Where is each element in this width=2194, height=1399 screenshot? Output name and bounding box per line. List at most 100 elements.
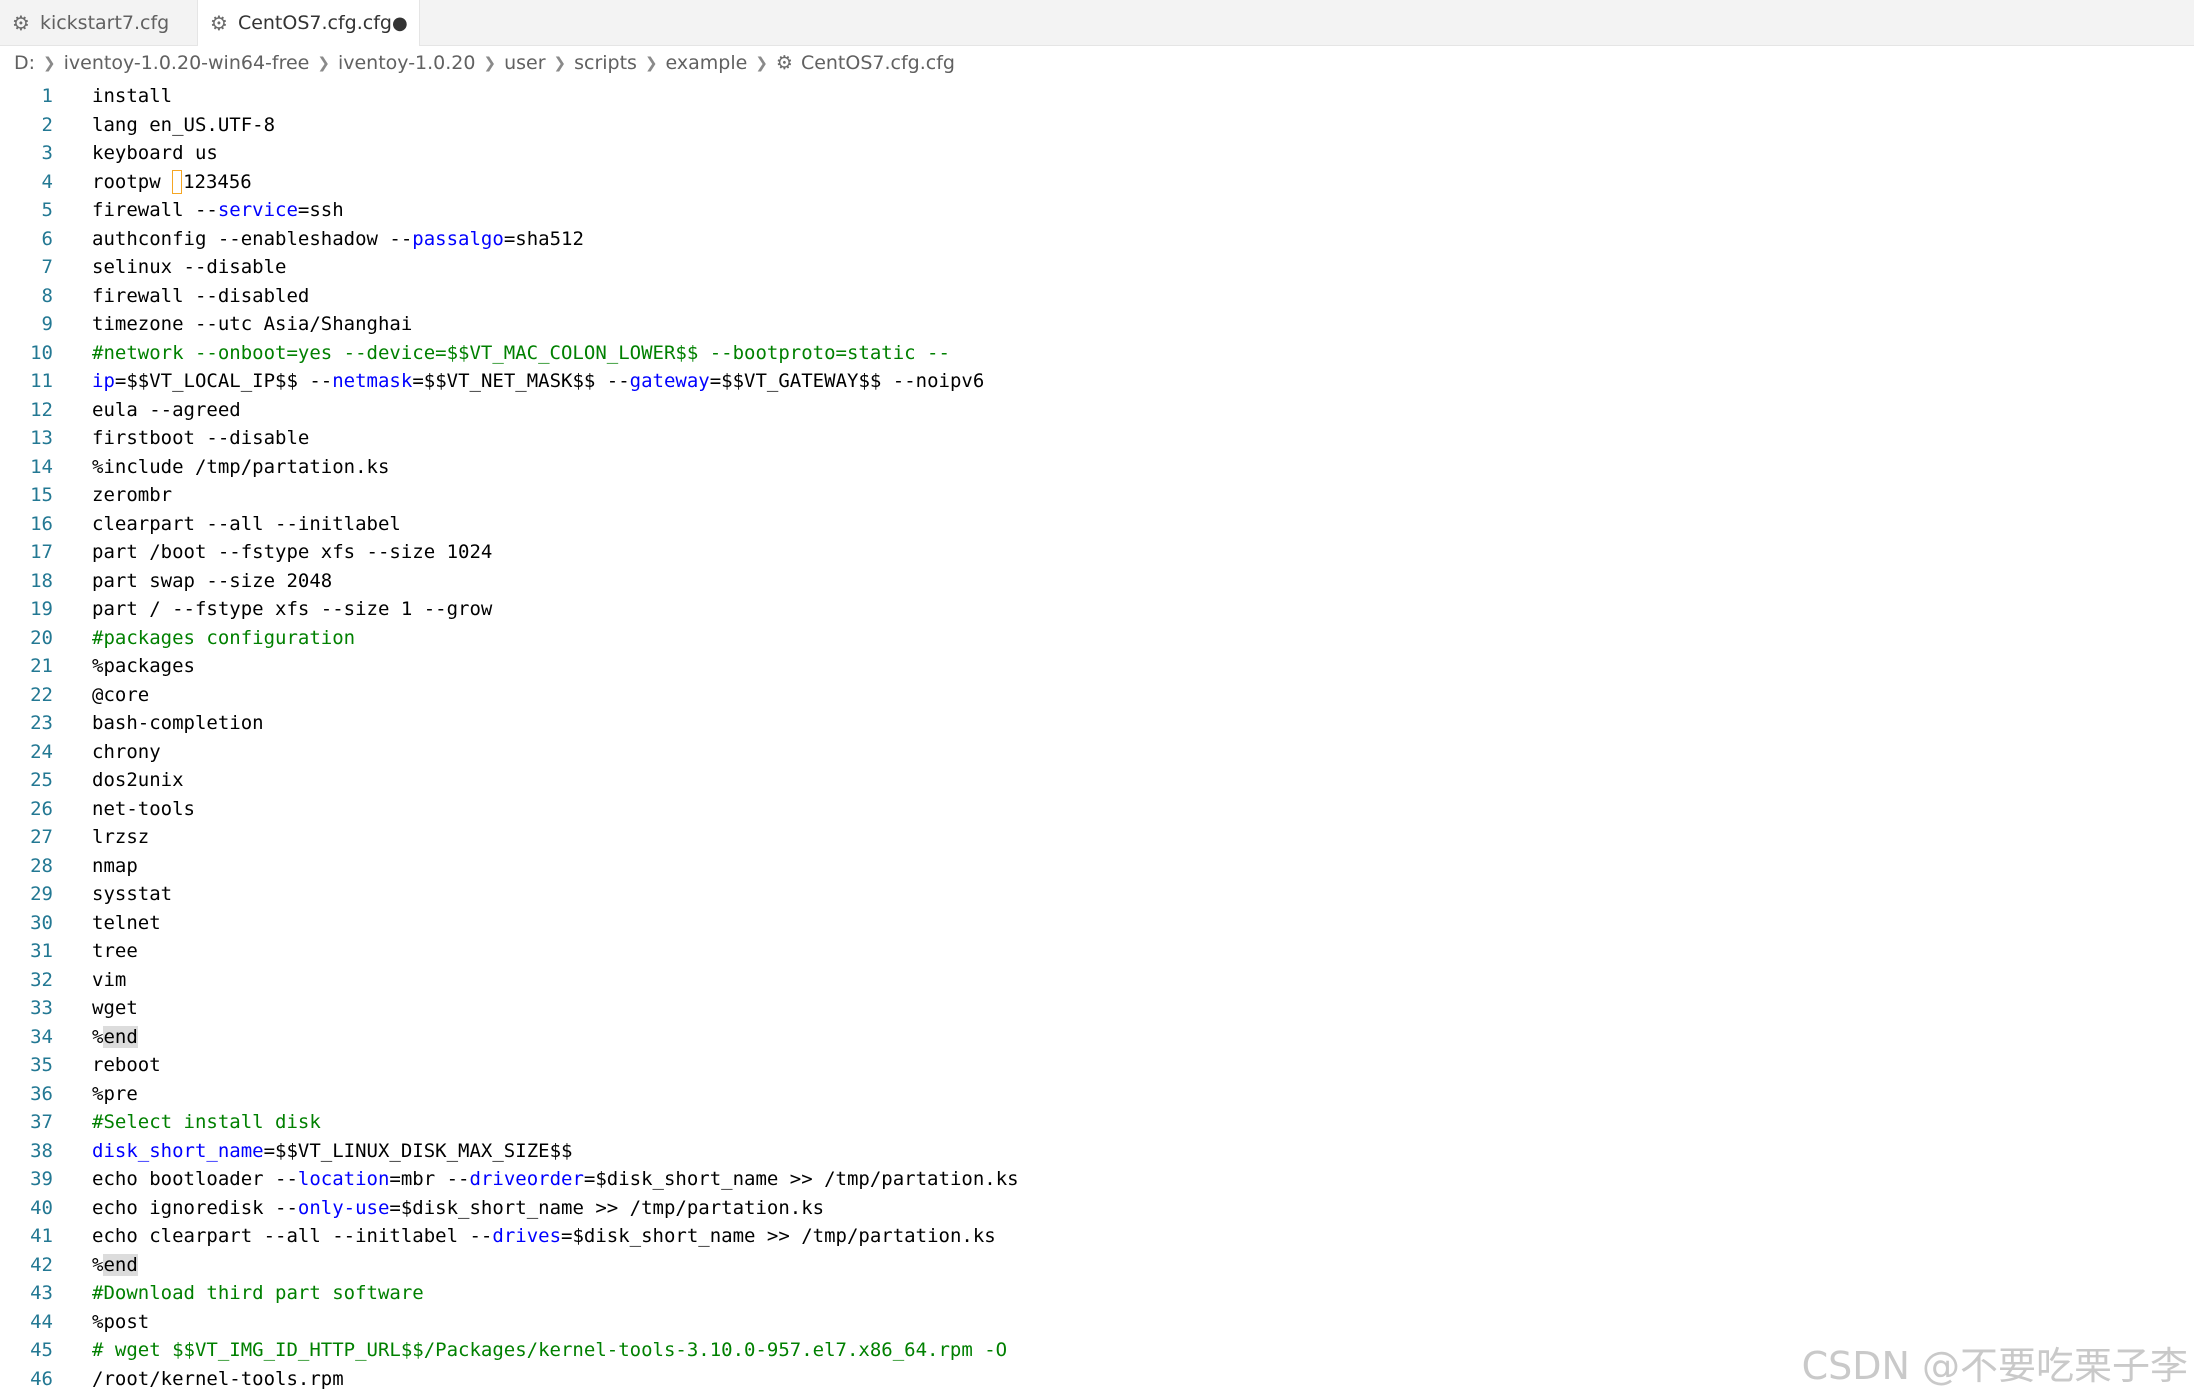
code-text: #network --onboot=yes --device=$$VT_MAC_… [92,339,950,368]
code-token: %post [92,1310,150,1333]
code-text: %packages [92,652,195,681]
code-token: lang en_US.UTF-8 [92,113,276,136]
line-number: 36 [30,1082,53,1105]
code-token: selinux --disable [92,256,287,278]
breadcrumb-folder[interactable]: user [504,52,545,74]
code-text: timezone --utc Asia/Shanghai [92,310,412,339]
code-token: part / --fstype xfs --size 1 --grow [92,598,493,620]
keyword-token: gateway [629,370,710,392]
line-number: 5 [41,199,53,221]
line-number: 25 [30,769,53,791]
chevron-right-icon: ❯ [483,54,497,72]
code-editor[interactable]: 1 install 2 lang en_US.UTF-8 3 keyboard us 4 ro… [0,82,2194,1399]
code-token: firstboot --disable [92,427,310,449]
code-text: firewall --disabled [92,282,309,311]
code-token: firewall --disabled [92,284,310,307]
code-token: 123456 [183,170,252,193]
code-token: =$$VT_NET_MASK$$ -- [412,370,630,392]
line-number: 3 [41,142,53,164]
code-token: =$$VT_LOCAL_IP$$ -- [114,370,333,392]
code-token: @core [92,683,150,706]
line-number: 35 [30,1054,53,1076]
line-number: 2 [41,113,53,136]
breadcrumb-folder[interactable]: iventoy-1.0.20-win64-free [64,52,310,74]
code-token: clearpart --all --initlabel [92,512,401,535]
code-token: echo clearpart --all --initlabel -- [92,1225,493,1247]
code-token: echo ignoredisk -- [92,1196,298,1219]
code-text: reboot [92,1051,161,1080]
line-number: 21 [30,655,53,677]
breadcrumb: D: ❯ iventoy-1.0.20-win64-free ❯ iventoy… [14,46,955,80]
code-token: vim [92,968,127,991]
comment-token: # wget $$VT_IMG_ID_HTTP_URL$$/Packages/k… [92,1339,1008,1361]
code-text: part /boot --fstype xfs --size 1024 [92,538,492,567]
keyword-token: location [297,1168,390,1190]
code-text: %include /tmp/partation.ks [92,453,389,482]
code-text: %end [92,1023,138,1052]
code-token: dos2unix [92,769,184,791]
text-cursor [172,170,183,194]
chevron-right-icon: ❯ [755,54,768,72]
tab-kickstart7[interactable]: ⚙ kickstart7.cfg [0,0,198,45]
code-token: keyboard us [92,142,218,164]
code-text: net-tools [92,795,195,824]
unsaved-dot-icon[interactable]: ● [392,13,408,34]
tab-centos7-cfg[interactable]: ⚙ CentOS7.cfg.cfg ● [198,0,420,46]
code-token: =$disk_short_name >> /tmp/partation.ks [561,1225,996,1247]
code-text: #packages configuration [92,624,355,653]
code-token: zerombr [92,484,173,506]
code-token: =$disk_short_name >> /tmp/partation.ks [389,1196,825,1219]
code-token: /root/kernel-tools.rpm [92,1367,344,1390]
line-number: 18 [30,569,53,592]
code-text: part / --fstype xfs --size 1 --grow [92,595,492,624]
chevron-right-icon: ❯ [43,54,56,72]
keyword-token: ip [92,370,115,392]
line-number: 41 [30,1225,53,1247]
code-token: part /boot --fstype xfs --size 1024 [92,541,493,563]
tab-label: kickstart7.cfg [39,11,170,34]
code-token: =$$VT_GATEWAY$$ --noipv6 [709,370,985,392]
line-number: 16 [30,512,53,535]
code-text: chrony [92,738,161,767]
code-token: eula --agreed [92,398,241,421]
code-token: timezone --utc Asia/Shanghai [92,313,413,335]
line-number: 23 [30,712,53,734]
code-text: echo clearpart --all --initlabel --drive… [92,1222,996,1251]
code-text: firewall --service=ssh [92,196,344,225]
line-number: 39 [30,1168,53,1190]
code-text: tree [92,937,138,966]
code-token: =ssh [297,199,344,221]
code-text: zerombr [92,481,172,510]
line-number: 10 [30,341,53,364]
code-text: firstboot --disable [92,424,309,453]
code-token: authconfig --enableshadow -- [92,227,413,250]
code-text: install [92,82,172,111]
code-token: =mbr -- [389,1168,470,1190]
breadcrumb-folder[interactable]: scripts [574,52,637,74]
breadcrumb-folder[interactable]: example [666,52,748,74]
breadcrumb-folder[interactable]: iventoy-1.0.20 [338,52,476,74]
breadcrumb-drive[interactable]: D: [14,52,35,74]
line-number: 29 [30,883,53,905]
comment-token: #Download third part software [92,1282,424,1304]
code-text: echo ignoredisk --only-use=$disk_short_n… [92,1194,824,1223]
keyword-token: disk_short_name [92,1139,264,1162]
code-token: %packages [92,655,195,677]
comment-token: #Select install disk [92,1111,321,1133]
code-token: rootpw [92,170,173,193]
highlighted-token: end [103,1025,138,1048]
breadcrumb-file[interactable]: CentOS7.cfg.cfg [801,52,955,74]
line-number: 33 [30,997,53,1019]
line-number: 43 [30,1282,53,1304]
code-text: eula --agreed [92,396,241,425]
line-number: 46 [30,1367,53,1390]
line-number: 42 [30,1253,53,1276]
code-text: %pre [92,1080,138,1109]
line-number: 1 [41,85,53,107]
line-number: 45 [30,1339,53,1361]
code-text: dos2unix [92,766,184,795]
code-text: keyboard us [92,139,218,168]
code-text: rootpw 123456 [92,168,252,197]
code-text: selinux --disable [92,253,286,282]
code-token: =$$VT_LINUX_DISK_MAX_SIZE$$ [263,1139,573,1162]
